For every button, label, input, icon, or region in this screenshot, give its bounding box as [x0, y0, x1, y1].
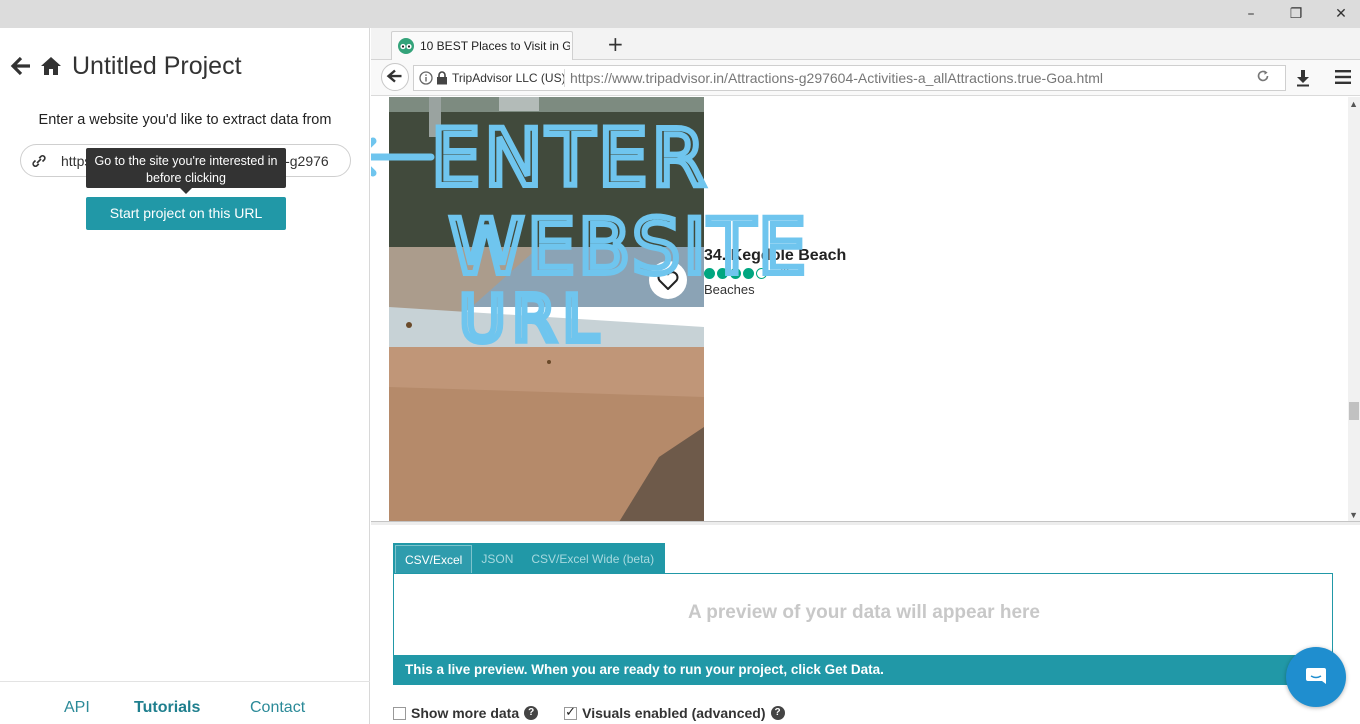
start-project-button[interactable]: Start project on this URL [86, 197, 286, 230]
restore-button[interactable]: ❐ [1281, 4, 1311, 24]
lock-icon [437, 71, 447, 85]
live-preview-bar: This a live preview. When you are ready … [393, 655, 1333, 685]
help-icon[interactable]: ? [524, 706, 539, 720]
rating-bubble-filled [717, 267, 728, 279]
info-icon[interactable] [419, 71, 433, 85]
download-icon[interactable] [1295, 69, 1311, 87]
minimize-button[interactable]: – [1236, 4, 1266, 24]
rating-bubble-filled [743, 267, 754, 279]
url-separator [564, 69, 565, 87]
rating-bubble-empty [756, 267, 767, 279]
tab-csv-excel[interactable]: CSV/Excel [395, 545, 473, 573]
enter-website-label: Enter a website you'd like to extract da… [38, 112, 332, 128]
home-icon[interactable] [40, 55, 62, 77]
embedded-browser: 10 BEST Places to Visit in Goa + TripAdv… [371, 28, 1360, 724]
navigation-bar: TripAdvisor LLC (US) https://www.tripadv… [371, 60, 1360, 96]
scroll-thumb[interactable] [1349, 402, 1359, 420]
link-icon [32, 155, 46, 167]
tab-title: 10 BEST Places to Visit in Goa [420, 39, 570, 53]
contact-link[interactable]: Contact [250, 699, 305, 717]
tab-strip: 10 BEST Places to Visit in Goa + [371, 28, 1360, 60]
save-to-trip-button[interactable] [649, 261, 687, 299]
live-preview-text: This a live preview. When you are ready … [405, 662, 884, 677]
back-arrow-icon[interactable] [10, 55, 32, 77]
reload-icon[interactable] [1256, 69, 1270, 83]
api-link[interactable]: API [64, 699, 90, 717]
page-viewport: 34. Kegdole Beach 70 Beaches ENTER WEBSI… [371, 97, 1360, 521]
help-icon[interactable]: ? [770, 706, 785, 720]
review-count[interactable]: 70 [777, 267, 789, 279]
preview-options: Show more data ? Visuals enabled (advanc… [393, 703, 811, 723]
visuals-checkbox[interactable] [564, 705, 578, 720]
scroll-down-icon[interactable]: ▼ [1349, 510, 1358, 520]
chat-icon [1306, 668, 1326, 684]
window-titlebar: – ❐ ✕ [0, 0, 1360, 28]
attraction-title[interactable]: 34. Kegdole Beach [704, 247, 846, 265]
attraction-category: Beaches [704, 282, 755, 297]
data-preview-panel: CSV/Excel JSON CSV/Excel Wide (beta) A p… [371, 525, 1360, 724]
project-header: Untitled Project [10, 50, 242, 82]
rating-bubble-filled [730, 267, 741, 279]
project-title: Untitled Project [72, 51, 242, 80]
url-tooltip: Go to the site you're interested in befo… [86, 148, 286, 194]
preview-area: A preview of your data will appear here [393, 573, 1333, 655]
rating-bubble-filled [704, 267, 715, 279]
chat-launcher-button[interactable] [1286, 647, 1346, 707]
tab-json[interactable]: JSON [472, 545, 522, 573]
close-window-button[interactable]: ✕ [1326, 4, 1356, 24]
back-arrow-icon [386, 69, 402, 83]
show-more-checkbox[interactable] [393, 706, 406, 720]
page-scrollbar[interactable]: ▲ ▼ [1348, 97, 1360, 521]
heart-icon [657, 271, 679, 290]
visuals-label[interactable]: Visuals enabled (advanced) [582, 705, 765, 721]
browser-tab[interactable]: 10 BEST Places to Visit in Goa [391, 31, 573, 60]
rating-bubbles: 70 [704, 267, 789, 279]
preview-placeholder: A preview of your data will appear here [688, 602, 1040, 623]
show-more-label[interactable]: Show more data [411, 705, 519, 721]
project-panel: Untitled Project Enter a website you'd l… [0, 28, 370, 724]
address-bar[interactable]: TripAdvisor LLC (US) https://www.tripadv… [413, 65, 1286, 91]
beach-photo[interactable] [389, 97, 704, 521]
tab-csv-excel-wide[interactable]: CSV/Excel Wide (beta) [522, 545, 663, 573]
tutorials-link[interactable]: Tutorials [134, 699, 200, 717]
format-tabs: CSV/Excel JSON CSV/Excel Wide (beta) [393, 543, 666, 573]
tripadvisor-favicon-icon [398, 38, 414, 54]
scroll-up-icon[interactable]: ▲ [1349, 99, 1358, 109]
new-tab-button[interactable]: + [607, 32, 624, 56]
site-identity: TripAdvisor LLC (US) [452, 71, 566, 85]
hamburger-menu-icon[interactable] [1335, 70, 1351, 84]
address-bar-url[interactable]: https://www.tripadvisor.in/Attractions-g… [570, 70, 1103, 86]
browser-back-button[interactable] [381, 63, 409, 91]
left-footer: API Tutorials Contact [0, 681, 370, 724]
